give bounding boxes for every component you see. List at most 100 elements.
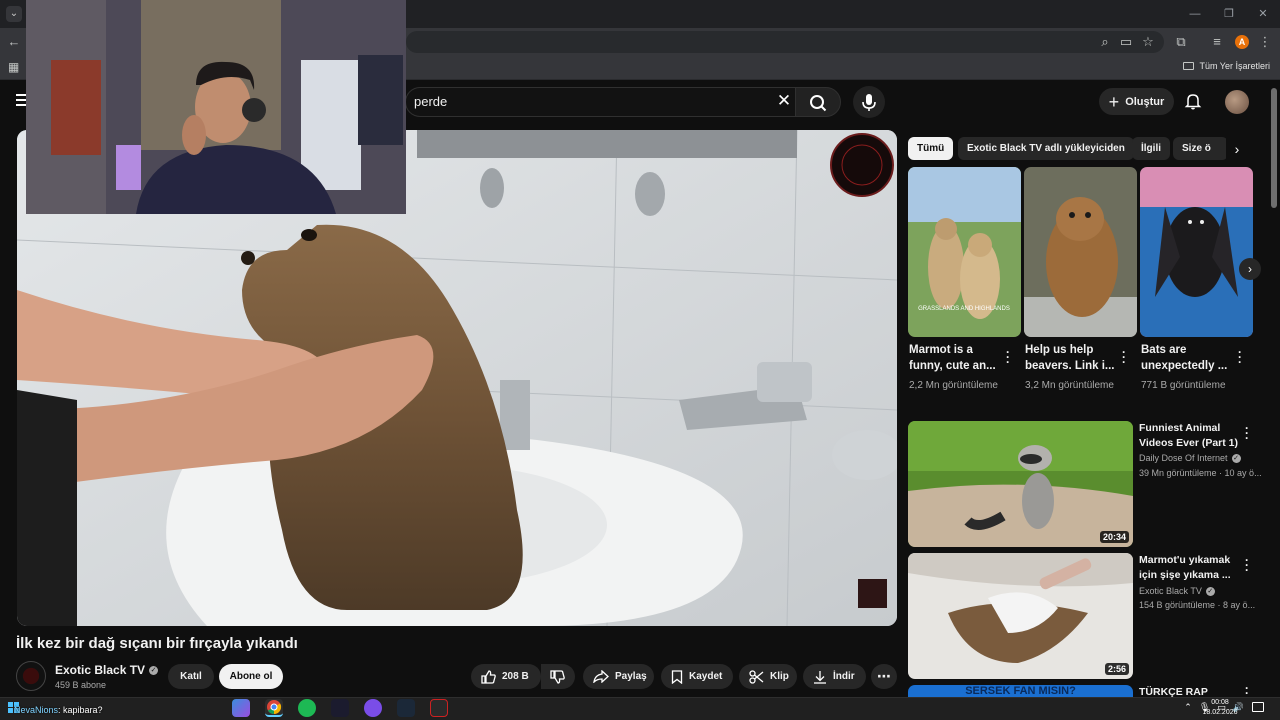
thumbs-down-icon xyxy=(550,669,565,684)
close-window-icon[interactable]: ✕ xyxy=(1246,0,1280,28)
short-menu-icon[interactable]: · · · xyxy=(1004,346,1012,368)
short-thumbnail[interactable]: GRASSLANDS AND HIGHLANDS xyxy=(908,167,1021,337)
chip-from-uploader[interactable]: Exotic Black TV adlı yükleyiciden xyxy=(958,137,1134,160)
share-arrow-icon xyxy=(593,670,609,683)
all-bookmarks-label: Tüm Yer İşaretleri xyxy=(1199,61,1270,71)
chrome-menu-icon[interactable]: ⋮ xyxy=(1257,34,1273,50)
short-title[interactable]: Bats are unexpectedly ... xyxy=(1141,342,1233,374)
share-label: Paylaş xyxy=(615,671,647,682)
video-thumbnail-image xyxy=(908,421,1133,547)
back-arrow-icon[interactable]: ← xyxy=(6,34,22,50)
video-thumbnail[interactable]: SERSEK FAN MISIN? xyxy=(908,685,1133,697)
short-title[interactable]: Marmot is a funny, cute an... xyxy=(909,342,1001,374)
video-thumbnail[interactable]: 20:34 xyxy=(908,421,1133,547)
search-button[interactable] xyxy=(795,87,841,117)
create-label: Oluştur xyxy=(1125,95,1165,108)
video-channel[interactable]: Daily Dose Of Internet ✓ xyxy=(1139,453,1241,464)
short-views: 3,2 Mn görüntüleme xyxy=(1025,380,1114,391)
subscribe-button[interactable]: Abone ol xyxy=(219,664,283,689)
obs-app-icon[interactable] xyxy=(430,699,448,717)
notifications-bell-icon[interactable] xyxy=(1184,92,1202,110)
chrome-app-icon[interactable] xyxy=(265,699,283,717)
video-channel[interactable]: Exotic Black TV ✓ xyxy=(1139,586,1215,597)
save-bookmark-icon xyxy=(671,669,683,684)
chip-for-you[interactable]: Size ö xyxy=(1173,137,1228,160)
video-channel-name: Exotic Black TV xyxy=(1139,586,1202,596)
microphone-icon xyxy=(862,94,876,111)
channel-name-text: Exotic Black TV xyxy=(55,663,146,677)
video-menu-icon[interactable]: · · · xyxy=(1243,422,1251,444)
video-menu-icon[interactable]: · · · xyxy=(1243,554,1251,576)
download-label: İndir xyxy=(833,671,855,682)
video-meta: 39 Mn görüntüleme · 10 ay ö... xyxy=(1139,468,1262,478)
steam-app-icon[interactable] xyxy=(397,699,415,717)
video-thumbnail[interactable]: 2:56 xyxy=(908,553,1133,679)
clear-search-icon[interactable]: ✕ xyxy=(776,92,792,110)
apps-grid-icon[interactable]: ▦ xyxy=(8,60,19,74)
profile-avatar[interactable]: A xyxy=(1235,35,1249,49)
short-menu-icon[interactable]: · · · xyxy=(1120,346,1128,368)
discord-app-icon[interactable] xyxy=(364,699,382,717)
plus-icon: + xyxy=(1108,91,1120,112)
channel-name-link[interactable]: Exotic Black TV ✓ xyxy=(55,663,159,677)
like-button[interactable]: 208 B xyxy=(471,664,541,689)
thumbs-up-icon xyxy=(481,669,496,684)
search-input[interactable] xyxy=(405,87,795,117)
page-scrollbar[interactable] xyxy=(1271,88,1277,208)
save-label: Kaydet xyxy=(689,671,723,682)
video-title-link[interactable]: Marmot'u yıkamak için şişe yıkama ... xyxy=(1139,553,1239,583)
video-channel-name: Daily Dose Of Internet xyxy=(1139,453,1228,463)
dislike-button[interactable] xyxy=(541,664,575,689)
subscriber-count: 459 B abone xyxy=(55,680,107,690)
chips-next-chevron-icon[interactable]: › xyxy=(1226,138,1248,160)
short-menu-icon[interactable]: · · · xyxy=(1236,346,1244,368)
channel-avatar[interactable] xyxy=(16,661,46,691)
restore-icon[interactable]: ❐ xyxy=(1212,0,1246,28)
bookmark-star-icon[interactable]: ☆ xyxy=(1140,34,1156,50)
video-meta: 154 B görüntüleme · 8 ay ö... xyxy=(1139,600,1256,610)
address-bar[interactable] xyxy=(406,31,1164,53)
download-button[interactable]: İndir xyxy=(803,664,866,689)
copilot-app-icon[interactable] xyxy=(232,699,250,717)
verified-badge-icon: ✓ xyxy=(1205,587,1215,597)
short-views: 2,2 Mn görüntüleme xyxy=(909,380,998,391)
short-thumbnail[interactable] xyxy=(1140,167,1253,337)
shorts-next-chevron-icon[interactable]: › xyxy=(1239,258,1261,280)
scissors-icon xyxy=(749,669,764,684)
video-title-link[interactable]: Funniest Animal Videos Ever (Part 1) xyxy=(1139,421,1239,451)
video-title-link[interactable]: TÜRKÇE RAP QUIZ: xyxy=(1139,685,1239,697)
webcam-overlay xyxy=(26,0,406,214)
video-menu-icon[interactable]: · · xyxy=(1243,686,1251,696)
tab-search-chevron-icon[interactable]: ⌄ xyxy=(6,6,22,22)
save-button[interactable]: Kaydet xyxy=(661,664,733,689)
spotify-app-icon[interactable] xyxy=(298,699,316,717)
reading-list-icon[interactable]: ≡ xyxy=(1209,34,1225,50)
voice-search-button[interactable] xyxy=(853,86,885,118)
notification-center-icon[interactable] xyxy=(1252,702,1264,712)
clip-label: Klip xyxy=(770,671,789,682)
video-title: İlk kez bir dağ sıçanı bir fırçayla yıka… xyxy=(16,635,298,652)
chip-all[interactable]: Tümü xyxy=(908,137,954,160)
folder-icon xyxy=(1183,62,1195,70)
account-avatar[interactable] xyxy=(1225,90,1249,114)
clip-button[interactable]: Klip xyxy=(739,664,797,689)
video-thumbnail-image xyxy=(908,553,1133,679)
cast-icon[interactable]: ▭ xyxy=(1118,34,1134,50)
tray-chevron-icon[interactable]: ⌃ xyxy=(1184,702,1192,713)
share-button[interactable]: Paylaş xyxy=(583,664,654,689)
stream-chat-message: NevaNions: kapibara? xyxy=(14,705,103,715)
zoom-icon[interactable]: ⌕ xyxy=(1097,34,1113,50)
taskbar-clock[interactable]: 00:08 18.02.2026 xyxy=(1200,698,1240,718)
extensions-icon[interactable]: ⧉ xyxy=(1173,34,1189,50)
chip-related[interactable]: İlgili xyxy=(1132,137,1170,160)
verified-badge-icon: ✓ xyxy=(149,666,159,676)
minimize-icon[interactable]: — xyxy=(1178,0,1212,28)
short-title[interactable]: Help us help beavers. Link i... xyxy=(1025,342,1117,374)
media-app-icon[interactable] xyxy=(331,699,349,717)
short-thumbnail[interactable] xyxy=(1024,167,1137,337)
more-actions-icon[interactable]: ⋯ xyxy=(871,664,897,689)
join-button[interactable]: Katıl xyxy=(168,664,214,689)
all-bookmarks-link[interactable]: Tüm Yer İşaretleri xyxy=(1183,61,1270,71)
webcam-frame xyxy=(26,0,406,214)
create-button[interactable]: + Oluştur xyxy=(1099,88,1174,115)
